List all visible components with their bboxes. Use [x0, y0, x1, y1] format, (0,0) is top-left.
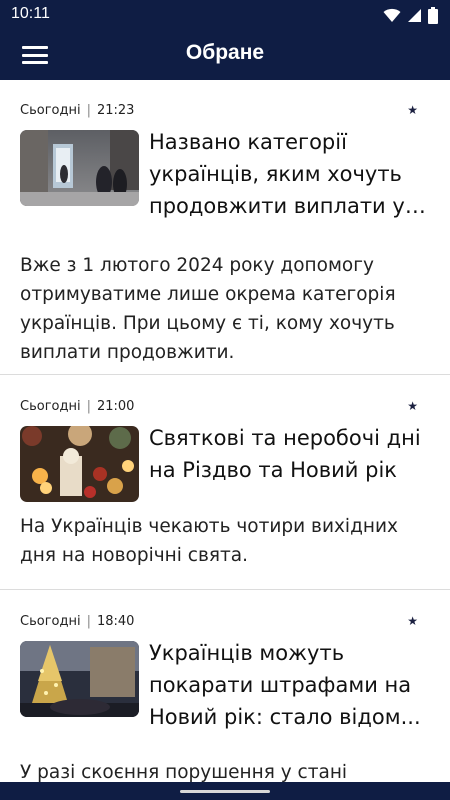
article-summary: Вже з 1 лютого 2024 року допомогу отриму…	[20, 255, 396, 363]
star-icon[interactable]: ★	[407, 614, 418, 628]
article-day: Сьогодні	[20, 613, 81, 629]
article-card[interactable]: Сьогодні | 21:23 ★ Названо категорії укр…	[0, 80, 450, 375]
meta-separator: |	[86, 102, 91, 118]
status-icons	[383, 7, 438, 24]
gesture-handle[interactable]	[180, 790, 270, 793]
app-bar: Обране	[0, 30, 450, 80]
article-thumbnail[interactable]	[20, 130, 139, 206]
meta-separator: |	[86, 613, 91, 629]
article-time: 21:23	[96, 102, 135, 118]
battery-icon	[428, 7, 438, 24]
page-title: Обране	[185, 41, 265, 64]
article-day: Сьогодні	[20, 102, 81, 118]
article-time: 18:40	[96, 613, 135, 629]
status-bar: 10:11	[0, 0, 450, 30]
article-summary: У разі скоєння порушення у стані	[20, 762, 348, 782]
article-thumbnail[interactable]	[20, 641, 139, 717]
star-icon[interactable]: ★	[407, 399, 418, 413]
article-summary: На Українців чекають чотири вихідних дня…	[20, 516, 398, 566]
wifi-icon	[383, 8, 401, 22]
system-navigation-bar	[0, 782, 450, 800]
article-card[interactable]: Сьогодні | 18:40 ★ Українців можуть пока…	[0, 590, 450, 782]
article-meta: Сьогодні | 21:00 ★	[20, 375, 430, 416]
article-card[interactable]: Сьогодні | 21:00 ★ Святкові та неробочі …	[0, 375, 450, 590]
article-day: Сьогодні	[20, 398, 81, 414]
cellular-signal-icon	[408, 9, 421, 22]
article-headline[interactable]: Святкові та неробочі дні на Різдво та Но…	[149, 422, 430, 486]
status-time: 10:11	[11, 5, 50, 22]
favorites-feed[interactable]: Сьогодні | 21:23 ★ Названо категорії укр…	[0, 80, 450, 782]
article-headline[interactable]: Українців можуть покарати штрафами на Но…	[149, 637, 430, 733]
star-icon[interactable]: ★	[407, 103, 418, 117]
article-meta: Сьогодні | 18:40 ★	[20, 590, 430, 631]
article-thumbnail[interactable]	[20, 426, 139, 502]
article-meta: Сьогодні | 21:23 ★	[20, 80, 430, 120]
meta-separator: |	[86, 398, 91, 414]
article-headline[interactable]: Названо категорії українців, яким хочуть…	[149, 126, 430, 222]
article-time: 21:00	[96, 398, 135, 414]
